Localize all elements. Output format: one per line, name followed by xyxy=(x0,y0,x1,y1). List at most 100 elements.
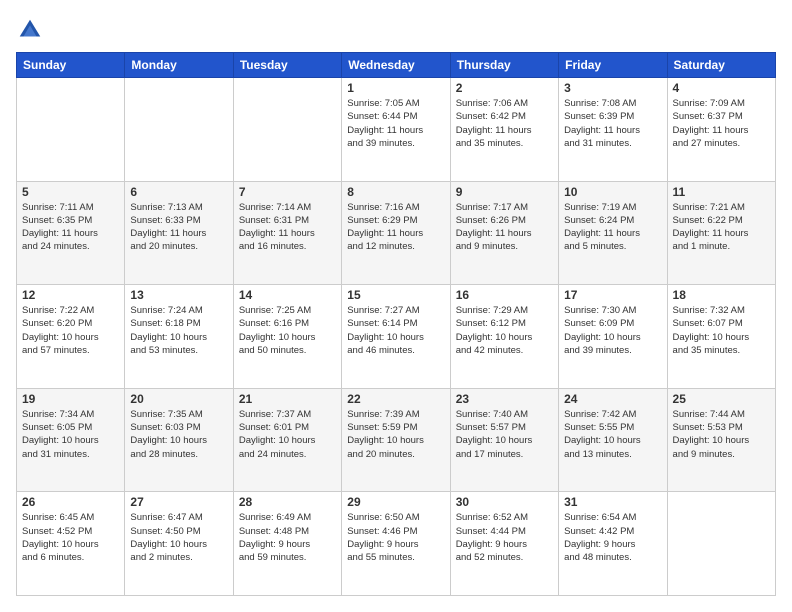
day-number: 15 xyxy=(347,288,444,302)
day-number: 10 xyxy=(564,185,661,199)
day-number: 3 xyxy=(564,81,661,95)
day-info: Sunrise: 7:27 AM Sunset: 6:14 PM Dayligh… xyxy=(347,304,444,357)
day-header-sunday: Sunday xyxy=(17,53,125,78)
calendar-cell xyxy=(17,78,125,182)
calendar-cell: 21Sunrise: 7:37 AM Sunset: 6:01 PM Dayli… xyxy=(233,388,341,492)
day-info: Sunrise: 6:50 AM Sunset: 4:46 PM Dayligh… xyxy=(347,511,444,564)
day-info: Sunrise: 6:52 AM Sunset: 4:44 PM Dayligh… xyxy=(456,511,553,564)
day-number: 25 xyxy=(673,392,770,406)
calendar-cell: 17 Sunrise: 7:30 AM Sunset: 6:09 PM Dayli… xyxy=(559,285,667,389)
calendar-cell: 30 Sunrise: 6:52 AM Sunset: 4:44 PM Dayli… xyxy=(450,492,558,596)
week-row-1: 5 Sunrise: 7:11 AM Sunset: 6:35 PM Daylig… xyxy=(17,181,776,285)
calendar-cell: 10 Sunrise: 7:19 AM Sunset: 6:24 PM Dayli… xyxy=(559,181,667,285)
calendar-cell: 26 Sunrise: 6:45 AM Sunset: 4:52 PM Dayli… xyxy=(17,492,125,596)
calendar-cell: 12 Sunrise: 7:22 AM Sunset: 6:20 PM Dayli… xyxy=(17,285,125,389)
calendar: SundayMondayTuesdayWednesdayThursdayFrid… xyxy=(16,52,776,596)
day-info: Sunrise: 6:54 AM Sunset: 4:42 PM Dayligh… xyxy=(564,511,661,564)
day-number: 23 xyxy=(456,392,553,406)
day-number: 22 xyxy=(347,392,444,406)
day-number: 13 xyxy=(130,288,227,302)
day-info: Sunrise: 7:16 AM Sunset: 6:29 PM Dayligh… xyxy=(347,201,444,254)
day-info: Sunrise: 7:19 AM Sunset: 6:24 PM Dayligh… xyxy=(564,201,661,254)
day-number: 24 xyxy=(564,392,661,406)
calendar-cell: 4 Sunrise: 7:09 AM Sunset: 6:37 PM Daylig… xyxy=(667,78,775,182)
calendar-cell: 28Sunrise: 6:49 AM Sunset: 4:48 PM Dayli… xyxy=(233,492,341,596)
calendar-cell: 6 Sunrise: 7:13 AM Sunset: 6:33 PM Daylig… xyxy=(125,181,233,285)
header xyxy=(16,16,776,44)
day-number: 20 xyxy=(130,392,227,406)
day-header-thursday: Thursday xyxy=(450,53,558,78)
week-row-0: 1 Sunrise: 7:05 AM Sunset: 6:44 PM Daylig… xyxy=(17,78,776,182)
day-header-monday: Monday xyxy=(125,53,233,78)
day-header-saturday: Saturday xyxy=(667,53,775,78)
calendar-cell: 5 Sunrise: 7:11 AM Sunset: 6:35 PM Daylig… xyxy=(17,181,125,285)
day-number: 21 xyxy=(239,392,336,406)
calendar-cell: 31 Sunrise: 6:54 AM Sunset: 4:42 PM Dayli… xyxy=(559,492,667,596)
day-info: Sunrise: 7:25 AM Sunset: 6:16 PM Dayligh… xyxy=(239,304,336,357)
calendar-cell: 3Sunrise: 7:08 AM Sunset: 6:39 PM Daylig… xyxy=(559,78,667,182)
calendar-cell: 9 Sunrise: 7:17 AM Sunset: 6:26 PM Daylig… xyxy=(450,181,558,285)
day-info: Sunrise: 7:14 AM Sunset: 6:31 PM Dayligh… xyxy=(239,201,336,254)
day-number: 26 xyxy=(22,495,119,509)
day-number: 16 xyxy=(456,288,553,302)
calendar-cell: 8Sunrise: 7:16 AM Sunset: 6:29 PM Daylig… xyxy=(342,181,450,285)
calendar-header-row: SundayMondayTuesdayWednesdayThursdayFrid… xyxy=(17,53,776,78)
calendar-cell: 18 Sunrise: 7:32 AM Sunset: 6:07 PM Dayli… xyxy=(667,285,775,389)
calendar-cell: 22Sunrise: 7:39 AM Sunset: 5:59 PM Dayli… xyxy=(342,388,450,492)
calendar-cell: 24 Sunrise: 7:42 AM Sunset: 5:55 PM Dayli… xyxy=(559,388,667,492)
day-number: 14 xyxy=(239,288,336,302)
week-row-2: 12 Sunrise: 7:22 AM Sunset: 6:20 PM Dayli… xyxy=(17,285,776,389)
day-info: Sunrise: 7:44 AM Sunset: 5:53 PM Dayligh… xyxy=(673,408,770,461)
day-info: Sunrise: 7:29 AM Sunset: 6:12 PM Dayligh… xyxy=(456,304,553,357)
logo-icon xyxy=(16,16,44,44)
calendar-cell: 13 Sunrise: 7:24 AM Sunset: 6:18 PM Dayli… xyxy=(125,285,233,389)
calendar-cell: 14 Sunrise: 7:25 AM Sunset: 6:16 PM Dayli… xyxy=(233,285,341,389)
day-info: Sunrise: 7:22 AM Sunset: 6:20 PM Dayligh… xyxy=(22,304,119,357)
day-info: Sunrise: 7:05 AM Sunset: 6:44 PM Dayligh… xyxy=(347,97,444,150)
day-info: Sunrise: 7:32 AM Sunset: 6:07 PM Dayligh… xyxy=(673,304,770,357)
calendar-cell xyxy=(233,78,341,182)
day-info: Sunrise: 6:49 AM Sunset: 4:48 PM Dayligh… xyxy=(239,511,336,564)
day-number: 18 xyxy=(673,288,770,302)
calendar-cell: 19 Sunrise: 7:34 AM Sunset: 6:05 PM Dayli… xyxy=(17,388,125,492)
day-number: 17 xyxy=(564,288,661,302)
calendar-cell: 7Sunrise: 7:14 AM Sunset: 6:31 PM Daylig… xyxy=(233,181,341,285)
day-number: 2 xyxy=(456,81,553,95)
calendar-cell: 27Sunrise: 6:47 AM Sunset: 4:50 PM Dayli… xyxy=(125,492,233,596)
day-info: Sunrise: 7:13 AM Sunset: 6:33 PM Dayligh… xyxy=(130,201,227,254)
day-info: Sunrise: 7:21 AM Sunset: 6:22 PM Dayligh… xyxy=(673,201,770,254)
day-info: Sunrise: 7:35 AM Sunset: 6:03 PM Dayligh… xyxy=(130,408,227,461)
day-info: Sunrise: 7:06 AM Sunset: 6:42 PM Dayligh… xyxy=(456,97,553,150)
week-row-3: 19 Sunrise: 7:34 AM Sunset: 6:05 PM Dayli… xyxy=(17,388,776,492)
calendar-cell: 29Sunrise: 6:50 AM Sunset: 4:46 PM Dayli… xyxy=(342,492,450,596)
calendar-cell: 2 Sunrise: 7:06 AM Sunset: 6:42 PM Daylig… xyxy=(450,78,558,182)
day-info: Sunrise: 6:45 AM Sunset: 4:52 PM Dayligh… xyxy=(22,511,119,564)
day-info: Sunrise: 7:17 AM Sunset: 6:26 PM Dayligh… xyxy=(456,201,553,254)
day-number: 4 xyxy=(673,81,770,95)
day-info: Sunrise: 6:47 AM Sunset: 4:50 PM Dayligh… xyxy=(130,511,227,564)
day-number: 6 xyxy=(130,185,227,199)
day-number: 30 xyxy=(456,495,553,509)
day-info: Sunrise: 7:24 AM Sunset: 6:18 PM Dayligh… xyxy=(130,304,227,357)
calendar-cell: 25 Sunrise: 7:44 AM Sunset: 5:53 PM Dayli… xyxy=(667,388,775,492)
day-number: 5 xyxy=(22,185,119,199)
day-info: Sunrise: 7:11 AM Sunset: 6:35 PM Dayligh… xyxy=(22,201,119,254)
logo xyxy=(16,16,46,44)
calendar-cell xyxy=(667,492,775,596)
week-row-4: 26 Sunrise: 6:45 AM Sunset: 4:52 PM Dayli… xyxy=(17,492,776,596)
calendar-cell: 15 Sunrise: 7:27 AM Sunset: 6:14 PM Dayli… xyxy=(342,285,450,389)
day-number: 12 xyxy=(22,288,119,302)
calendar-cell: 11Sunrise: 7:21 AM Sunset: 6:22 PM Dayli… xyxy=(667,181,775,285)
day-info: Sunrise: 7:30 AM Sunset: 6:09 PM Dayligh… xyxy=(564,304,661,357)
day-number: 9 xyxy=(456,185,553,199)
day-info: Sunrise: 7:42 AM Sunset: 5:55 PM Dayligh… xyxy=(564,408,661,461)
day-number: 1 xyxy=(347,81,444,95)
day-info: Sunrise: 7:40 AM Sunset: 5:57 PM Dayligh… xyxy=(456,408,553,461)
page: SundayMondayTuesdayWednesdayThursdayFrid… xyxy=(0,0,792,612)
day-info: Sunrise: 7:09 AM Sunset: 6:37 PM Dayligh… xyxy=(673,97,770,150)
day-header-wednesday: Wednesday xyxy=(342,53,450,78)
day-info: Sunrise: 7:34 AM Sunset: 6:05 PM Dayligh… xyxy=(22,408,119,461)
day-number: 31 xyxy=(564,495,661,509)
day-number: 19 xyxy=(22,392,119,406)
calendar-cell xyxy=(125,78,233,182)
